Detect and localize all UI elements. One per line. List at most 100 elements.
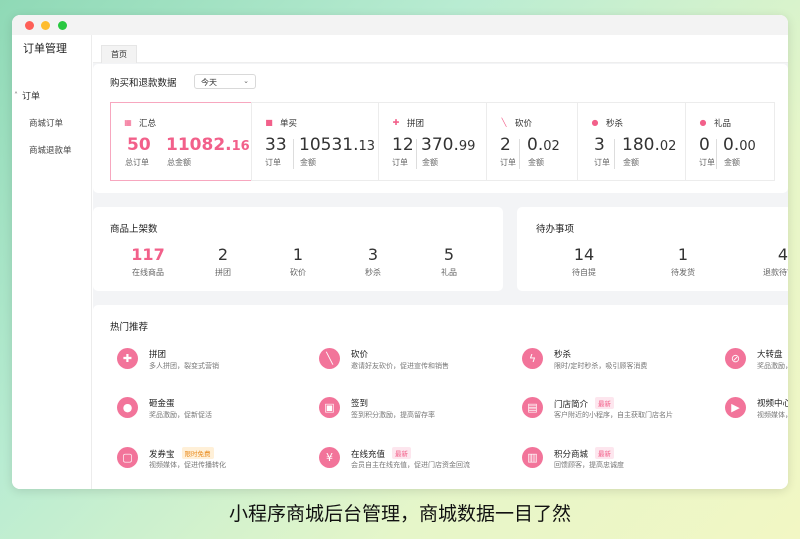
stat-card-gift[interactable]: ● 礼品 0 0.00 订单 金额 [685, 102, 775, 181]
todo-panel-title: 待办事项 [536, 224, 575, 235]
online-products-count[interactable]: 117 [118, 245, 178, 264]
main-content: 首页 购买和退款数据 今天 ⌄ ▦ 汇总 50 11082.16 总订单 总金额 [93, 35, 788, 489]
date-range-select[interactable]: 今天 ⌄ [194, 74, 256, 89]
stat-card-group-buy[interactable]: ✚ 拼团 12 370.99 订单 金额 [378, 102, 487, 181]
recommend-item-name: 门店简介 最新 [554, 397, 615, 410]
free-badge: 限时免费 [181, 447, 214, 459]
caption-text: 小程序商城后台管理，商城数据一目了然 [228, 503, 571, 525]
recommend-item-desc: 多人拼团，裂变式营销 [149, 362, 219, 370]
tab-bar: 首页 [93, 35, 788, 63]
recommend-item-name: 在线充值 最新 [351, 447, 412, 460]
pickup-pending-count[interactable]: 14 [554, 245, 614, 264]
amount-integer: 11082. [166, 135, 232, 155]
wallet-icon: ¥ [319, 447, 340, 468]
tab-home[interactable]: 首页 [101, 45, 137, 63]
amount-decimal: 13 [358, 139, 376, 154]
divider [614, 139, 615, 169]
divider [519, 139, 520, 169]
recommend-item-desc: 签到积分激励，提高留存率 [351, 411, 435, 419]
bookmark-icon: ■ [265, 118, 273, 127]
sidebar-group-orders[interactable]: ˄ 订单 [12, 89, 40, 102]
sidebar-title: 订单管理 [23, 42, 67, 55]
knife-icon: ╲ [501, 118, 507, 127]
app-window: 订单管理 ˄ 订单 商城订单 商城退款单 首页 购买和退款数据 今天 ⌄ ▦ 汇… [12, 15, 788, 489]
order-count: 0 [699, 135, 710, 155]
recommend-item-desc: 奖品激励， [757, 362, 788, 370]
online-products-label: 在线商品 [132, 268, 164, 277]
refund-review-count[interactable]: 4 [753, 245, 788, 264]
total-amount-label: 总金额 [167, 158, 191, 167]
recommend-item-desc: 会员自主在线充值，促进门店资金回流 [351, 461, 470, 469]
calendar-icon: ▣ [319, 397, 340, 418]
divider [293, 139, 294, 169]
pickup-pending-label: 待自提 [572, 268, 596, 277]
chevron-down-icon: ˄ [14, 91, 18, 100]
order-label: 订单 [699, 158, 715, 167]
amount-label: 金额 [300, 158, 316, 167]
recommend-item-name: 视频中心 [757, 399, 788, 409]
order-label: 订单 [392, 158, 408, 167]
recommend-item-name: 发券宝 限时免费 [149, 447, 214, 460]
amount-label: 金额 [422, 158, 438, 167]
stat-card-header: ● 礼品 [699, 117, 732, 130]
gift-count[interactable]: 5 [419, 245, 479, 264]
purchase-panel-title: 购买和退款数据 [110, 78, 177, 89]
bargain-count[interactable]: 1 [268, 245, 328, 264]
amount-decimal: 02 [543, 139, 560, 154]
amount: 370.99 [421, 135, 475, 155]
recommend-item-desc: 限时/定时秒杀，吸引顾客消费 [554, 362, 648, 370]
minimize-window-button[interactable] [41, 21, 50, 30]
order-count: 33 [265, 135, 287, 155]
puzzle-icon: ✚ [117, 348, 138, 369]
order-count: 3 [594, 135, 605, 155]
flash-sale-label: 秒杀 [365, 268, 381, 277]
recommend-item-desc: 邀请好友砍价，促进宣传和销售 [351, 362, 449, 370]
date-range-value: 今天 [201, 78, 217, 87]
group-buy-label: 拼团 [215, 268, 231, 277]
lightning-icon: ϟ [522, 348, 543, 369]
stat-card-header: ● 秒杀 [591, 117, 624, 130]
sidebar-item-mall-orders[interactable]: 商城订单 [29, 117, 63, 129]
products-panel-title: 商品上架数 [110, 224, 158, 235]
recommend-item-name: 积分商城 最新 [554, 447, 615, 460]
puzzle-icon: ✚ [392, 118, 400, 127]
stat-card-single-buy[interactable]: ■ 单买 33 10531.13 订单 金额 [251, 102, 379, 181]
amount: 10531.13 [299, 135, 375, 155]
todo-panel: 待办事项 14 待自提 1 待发货 4 退款待审核 [517, 207, 788, 291]
recommend-item-name-text: 发券宝 [149, 450, 175, 460]
stat-card-title: 礼品 [714, 119, 732, 129]
recommend-item-desc: 视频媒体， [757, 411, 788, 419]
order-count: 12 [392, 135, 414, 155]
stat-card-summary[interactable]: ▦ 汇总 50 11082.16 总订单 总金额 [110, 102, 252, 181]
new-badge: 最新 [595, 397, 615, 409]
stat-card-flash-sale[interactable]: ● 秒杀 3 180.02 订单 金额 [577, 102, 686, 181]
recommend-panel: 热门推荐 ✚ 拼团 多人拼团，裂变式营销 ╲ 砍价 邀请好友砍价，促进宣传和销售… [93, 305, 788, 489]
divider [716, 139, 717, 169]
sidebar-item-refund-orders[interactable]: 商城退款单 [29, 144, 72, 156]
video-icon: ▶ [725, 397, 746, 418]
recommend-item-desc: 视频媒体，促进传播转化 [149, 461, 226, 469]
shipping-pending-count[interactable]: 1 [653, 245, 713, 264]
maximize-window-button[interactable] [58, 21, 67, 30]
order-label: 订单 [500, 158, 516, 167]
group-buy-count[interactable]: 2 [193, 245, 253, 264]
gift-icon: ● [699, 118, 707, 127]
bargain-label: 砍价 [290, 268, 306, 277]
stat-card-header: ▦ 汇总 [124, 117, 156, 130]
flash-sale-count[interactable]: 3 [343, 245, 403, 264]
recommend-item-name: 秒杀 [554, 350, 572, 360]
amount-decimal: 02 [659, 139, 677, 154]
recommend-item-name: 拼团 [149, 350, 167, 360]
recommend-item-name-text: 积分商城 [554, 450, 589, 460]
close-window-button[interactable] [25, 21, 34, 30]
total-order-label: 总订单 [125, 158, 149, 167]
order-label: 订单 [265, 158, 281, 167]
recommend-item-name: 砍价 [351, 350, 369, 360]
stat-card-title: 单买 [280, 119, 298, 129]
amount-label: 金额 [623, 158, 639, 167]
sidebar-group-label: 订单 [22, 92, 41, 102]
recommend-item-desc: 奖品激励，促新促活 [149, 411, 212, 419]
order-count: 2 [500, 135, 511, 155]
stat-card-bargain[interactable]: ╲ 砍价 2 0.02 订单 金额 [486, 102, 578, 181]
amount-decimal: 99 [458, 139, 476, 154]
